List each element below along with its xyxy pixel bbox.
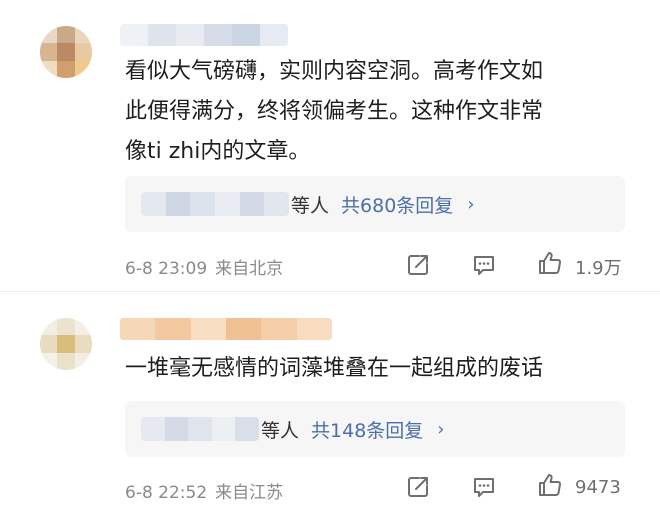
reply-users-blurred (141, 417, 259, 441)
comment-text: 看似大气磅礴，实则内容空洞。高考作文如 此便得满分，终将领偏考生。这种作文非常 … (125, 52, 543, 172)
replies-preview[interactable]: 等人 共148条回复 › (125, 401, 625, 457)
comment-text-line: 一堆毫无感情的词藻堆叠在一起组成的废话 (125, 356, 544, 381)
reply-count-link[interactable]: 共148条回复 (311, 416, 423, 443)
replies-preview[interactable]: 等人 共680条回复 › (125, 176, 625, 232)
reply-count-link[interactable]: 共680条回复 (341, 191, 453, 218)
share-icon[interactable] (405, 474, 431, 500)
like-count: 9473 (575, 477, 621, 498)
comment-meta: 6-8 22:52 来自江苏 (125, 478, 283, 503)
like-count: 1.9万 (575, 258, 622, 279)
comment-icon[interactable] (471, 474, 497, 500)
comment-text-line: 看似大气磅礴，实则内容空洞。高考作文如 (125, 59, 544, 84)
username-blurred[interactable] (120, 24, 288, 46)
comment-text-line: 此便得满分，终将领偏考生。这种作文非常 (125, 99, 544, 124)
comment-location: 来自江苏 (215, 483, 284, 503)
reply-users-suffix: 等人 (261, 419, 300, 442)
comment-item: 看似大气磅礴，实则内容空洞。高考作文如 此便得满分，终将领偏考生。这种作文非常 … (0, 0, 660, 292)
comment-time: 6-8 23:09 (125, 259, 208, 279)
chevron-right-icon: › (467, 193, 475, 215)
chevron-right-icon: › (437, 418, 445, 440)
comment-text: 一堆毫无感情的词藻堆叠在一起组成的废话 (125, 349, 543, 389)
share-icon[interactable] (405, 252, 431, 278)
reply-users-suffix: 等人 (291, 194, 330, 217)
like-icon[interactable] (537, 250, 563, 276)
avatar[interactable] (40, 26, 92, 78)
divider (0, 291, 660, 292)
comment-meta: 6-8 23:09 来自北京 (125, 254, 283, 279)
comment-location: 来自北京 (215, 259, 284, 279)
like-icon[interactable] (537, 472, 563, 498)
avatar[interactable] (40, 318, 92, 370)
reply-users-blurred (141, 192, 289, 216)
username-blurred[interactable] (120, 318, 332, 340)
comment-text-line: 像ti zhi内的文章。 (125, 139, 311, 164)
comment-icon[interactable] (471, 252, 497, 278)
comment-time: 6-8 22:52 (125, 483, 208, 503)
